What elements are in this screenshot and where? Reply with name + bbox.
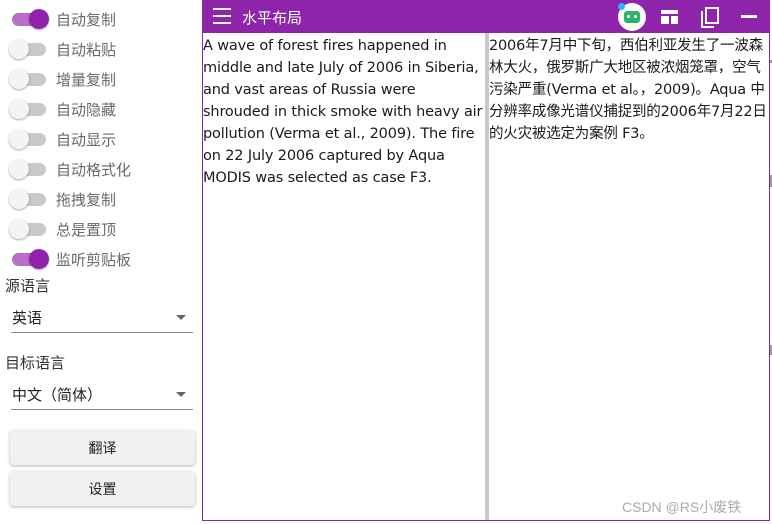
target-language-value: 中文（简体） [12, 386, 103, 404]
toggle-label: 自动格式化 [56, 160, 132, 179]
auto-format-switch[interactable] [9, 158, 49, 180]
toggle-auto-show[interactable]: 自动显示 [9, 128, 199, 150]
toggle-auto-hide[interactable]: 自动隐藏 [9, 98, 199, 120]
translation-panel: 水平布局 A wave of forest fires happened in … [202, 0, 770, 521]
auto-paste-switch[interactable] [9, 38, 49, 60]
app-title: 水平布局 [242, 9, 303, 27]
target-language-label: 目标语言 [5, 354, 66, 372]
toggle-label: 自动显示 [56, 130, 117, 149]
bot-icon[interactable] [618, 3, 646, 31]
translate-button[interactable]: 翻译 [10, 430, 195, 465]
source-text-pane[interactable]: A wave of forest fires happened in middl… [203, 33, 485, 520]
minimize-icon[interactable] [741, 15, 757, 18]
toggle-drag-copy[interactable]: 拖拽复制 [9, 188, 199, 210]
toggle-label: 自动复制 [56, 10, 117, 29]
layout-icon[interactable] [661, 10, 678, 24]
target-language-select[interactable]: 中文（简体） [11, 380, 193, 410]
toggle-label: 监听剪贴板 [56, 250, 132, 269]
toggle-label: 自动隐藏 [56, 100, 117, 119]
source-language-label: 源语言 [5, 277, 51, 295]
app-bar: 水平布局 [203, 0, 769, 33]
watermark: CSDN @RS小废铁 [622, 499, 742, 515]
auto-hide-switch[interactable] [9, 98, 49, 120]
toggle-label: 增量复制 [56, 70, 117, 89]
toggle-listen-clipboard[interactable]: 监听剪贴板 [9, 248, 199, 270]
auto-show-switch[interactable] [9, 128, 49, 150]
toggle-label: 总是置顶 [56, 220, 117, 239]
toggle-label: 拖拽复制 [56, 190, 117, 209]
source-language-select[interactable]: 英语 [11, 303, 193, 333]
toggle-auto-format[interactable]: 自动格式化 [9, 158, 199, 180]
chevron-down-icon [176, 392, 186, 397]
settings-button[interactable]: 设置 [10, 471, 195, 506]
toggle-incremental-copy[interactable]: 增量复制 [9, 68, 199, 90]
settings-sidebar: 自动复制 自动粘贴 增量复制 自动隐藏 自动显示 自动格式化 拖拽复制 总是置顶… [0, 0, 202, 524]
source-language-value: 英语 [12, 309, 43, 327]
copy-icon[interactable] [700, 7, 720, 29]
drag-copy-switch[interactable] [9, 188, 49, 210]
toggle-auto-copy[interactable]: 自动复制 [9, 8, 199, 30]
listen-clipboard-switch[interactable] [9, 248, 49, 270]
toggle-auto-paste[interactable]: 自动粘贴 [9, 38, 199, 60]
toggle-always-on-top[interactable]: 总是置顶 [9, 218, 199, 240]
target-text-pane[interactable]: 2006年7月中下旬，西伯利亚发生了一波森林大火，俄罗斯广大地区被浓烟笼罩，空气… [489, 33, 768, 520]
menu-icon[interactable] [213, 8, 233, 25]
incremental-copy-switch[interactable] [9, 68, 49, 90]
always-on-top-switch[interactable] [9, 218, 49, 240]
chevron-down-icon [176, 315, 186, 320]
toggle-label: 自动粘贴 [56, 40, 117, 59]
auto-copy-switch[interactable] [9, 8, 49, 30]
